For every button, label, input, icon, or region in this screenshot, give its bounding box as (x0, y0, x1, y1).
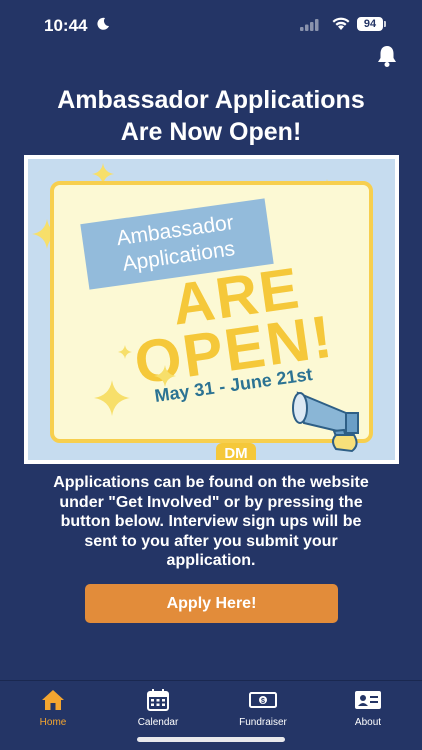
description-line-2: under "Get Involved" or by pressing the (59, 493, 363, 511)
tab-calendar[interactable]: Calendar (118, 689, 198, 728)
tab-home-label: Home (39, 717, 67, 728)
description-text: Applications can be found on the website… (0, 473, 422, 571)
cellular-signal-icon (300, 19, 319, 31)
megaphone-icon (292, 391, 359, 453)
tab-home[interactable]: Home (13, 689, 93, 728)
calendar-icon (147, 689, 169, 711)
id-card-icon (355, 691, 381, 709)
sparkle-icon (94, 380, 130, 416)
tab-calendar-label: Calendar (137, 717, 179, 728)
flyer-background: Ambassador Applications ARE OPEN! May 31… (28, 159, 395, 460)
description-line-4: sent to you after you submit your (84, 532, 338, 550)
moon-icon (97, 17, 109, 30)
status-bar: 10:44 94 (0, 0, 422, 50)
page-title: Ambassador Applications Are Now Open! (0, 84, 422, 148)
dmuf-logo: DM UF (216, 443, 256, 460)
money-icon: $ (249, 692, 277, 708)
page-title-line-1: Ambassador Applications (57, 86, 365, 114)
sparkle-icon (154, 365, 176, 387)
dmuf-logo-line-1: DM (224, 445, 248, 461)
apply-here-button[interactable]: Apply Here! (85, 584, 338, 623)
sparkle-icon (118, 345, 132, 359)
page-title-line-2: Are Now Open! (120, 118, 302, 146)
wifi-icon (332, 17, 350, 30)
tab-about-label: About (354, 717, 382, 728)
battery-cap (384, 21, 386, 27)
tab-fundraiser[interactable]: $ Fundraiser (223, 689, 303, 728)
description-line-5: application. (166, 552, 256, 569)
notification-bell-icon[interactable] (376, 44, 398, 68)
home-icon (42, 690, 64, 710)
battery-indicator: 94 (357, 17, 383, 31)
flyer-card: Ambassador Applications ARE OPEN! May 31… (50, 181, 373, 460)
tab-about[interactable]: About (328, 689, 408, 728)
status-time: 10:44 (44, 16, 88, 35)
description-line-1: Applications can be found on the website (53, 474, 369, 491)
home-indicator[interactable] (137, 737, 285, 742)
svg-text:$: $ (261, 698, 265, 705)
description-line-3: button below. Interview sign ups will be (60, 513, 362, 530)
tab-fundraiser-label: Fundraiser (239, 717, 287, 728)
ambassador-flyer-image: Ambassador Applications ARE OPEN! May 31… (24, 155, 399, 464)
